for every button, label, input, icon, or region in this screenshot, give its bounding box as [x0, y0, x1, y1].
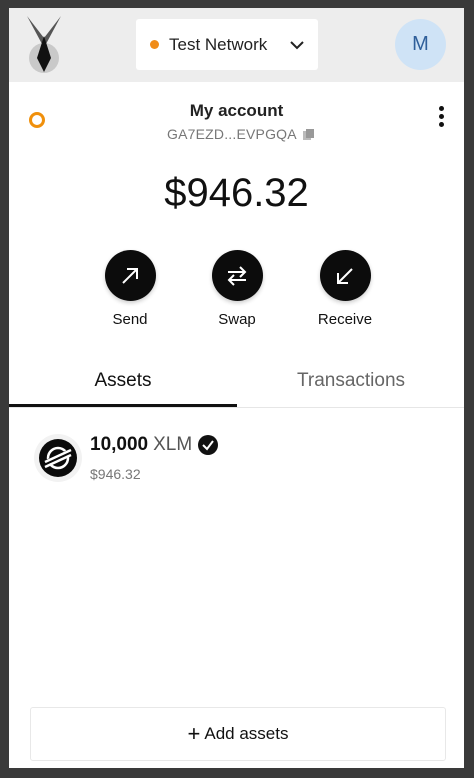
- top-bar: Test Network M: [9, 8, 464, 82]
- account-avatar[interactable]: M: [395, 19, 446, 70]
- account-name: My account: [189, 101, 284, 120]
- add-assets-label: Add assets: [204, 724, 289, 743]
- avatar-initial: M: [412, 33, 429, 55]
- account-address[interactable]: GA7EZD...EVPGQA: [167, 126, 315, 142]
- plus-icon: +: [187, 721, 201, 746]
- wallet-popup: Test Network M My account GA7EZD...EVPGQ…: [9, 8, 464, 768]
- arrow-down-left-icon: [319, 250, 371, 301]
- verified-check-icon: [198, 435, 219, 455]
- asset-code: XLM: [153, 434, 193, 455]
- tab-bar: Assets Transactions: [9, 363, 464, 408]
- tab-assets[interactable]: Assets: [9, 363, 237, 407]
- more-options-icon[interactable]: [436, 106, 446, 132]
- chevron-down-icon: [290, 41, 304, 50]
- account-address-text: GA7EZD...EVPGQA: [167, 126, 297, 142]
- tab-transactions[interactable]: Transactions: [237, 363, 464, 407]
- network-selector[interactable]: Test Network: [136, 19, 318, 70]
- arrow-up-right-icon: [104, 250, 156, 301]
- network-status-dot: [150, 40, 159, 49]
- window-frame: Test Network M My account GA7EZD...EVPGQ…: [0, 0, 474, 778]
- receive-label: Receive: [317, 311, 373, 328]
- total-balance: $946.32: [164, 171, 309, 215]
- stellar-logo-icon: [34, 434, 82, 482]
- swap-label: Swap: [218, 311, 256, 328]
- network-label: Test Network: [169, 34, 268, 54]
- swap-button[interactable]: Swap: [192, 250, 282, 328]
- copy-icon[interactable]: [302, 128, 315, 141]
- add-assets-button[interactable]: + Add assets: [30, 707, 446, 761]
- send-label: Send: [112, 311, 148, 328]
- asset-fiat-value: $946.32: [90, 466, 141, 482]
- send-button[interactable]: Send: [85, 250, 175, 328]
- swap-arrows-icon: [211, 250, 263, 301]
- asset-row[interactable]: 10,000 XLM $946.32: [34, 432, 454, 492]
- asset-amount-value: 10,000: [90, 434, 149, 455]
- app-logo-icon: [27, 16, 61, 73]
- asset-amount: 10,000 XLM: [90, 434, 219, 456]
- receive-button[interactable]: Receive: [300, 250, 390, 328]
